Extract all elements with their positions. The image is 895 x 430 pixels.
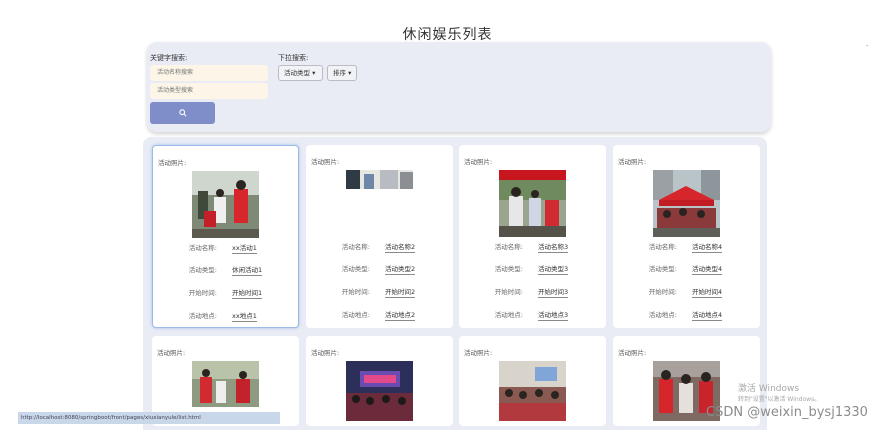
activity-photo — [653, 170, 720, 237]
name-field: 活动名称: xx活动1 — [153, 242, 300, 254]
time-label: 开始时间: — [494, 288, 523, 296]
type-field: 活动类型: 休闲活动1 — [153, 264, 300, 276]
time-field: 开始时间: 开始时间3 — [459, 286, 606, 298]
type-value: 休闲活动1 — [232, 266, 263, 276]
activity-card[interactable]: 活动照片: — [459, 336, 606, 426]
activity-card[interactable]: 活动照片: 活动名称: 活动名称2 活动类型: 活动类型2 开始时间: 开始时间… — [306, 145, 453, 328]
activity-type-dropdown-label: 活动类型 — [284, 69, 310, 77]
activity-photo — [499, 361, 566, 421]
name-field: 活动名称: 活动名称4 — [613, 241, 760, 253]
place-field: 活动地点: 活动地点3 — [459, 309, 606, 321]
page: 休闲娱乐列表 · 关键字搜索: 活动名称搜索 活动类型搜索 下拉搜索: 活动类型… — [0, 0, 895, 430]
type-field: 活动类型: 活动类型3 — [459, 263, 606, 275]
name-value: 活动名称2 — [385, 243, 416, 253]
type-value: 活动类型3 — [538, 265, 569, 275]
name-label: 活动名称: — [341, 243, 370, 251]
keyword-search-label: 关键字搜索: — [150, 54, 188, 62]
type-field: 活动类型: 活动类型4 — [613, 263, 760, 275]
photo-label: 活动照片: — [311, 158, 340, 166]
photo-label: 活动照片: — [311, 349, 340, 357]
activity-card[interactable]: 活动照片: 活动名称: xx活动1 活动类型: 休闲活动1 开始时间: 开始时间… — [152, 145, 299, 328]
place-value: 活动地点2 — [385, 311, 416, 321]
place-label: 活动地点: — [648, 311, 677, 319]
place-value: 活动地点3 — [538, 311, 569, 321]
search-button[interactable] — [150, 102, 215, 124]
place-field: 活动地点: xx地点1 — [153, 310, 300, 322]
activity-card[interactable]: 活动照片: 活动名称: 活动名称4 活动类型: 活动类型4 开始时间: 开始时间… — [613, 145, 760, 328]
type-search-input[interactable]: 活动类型搜索 — [150, 83, 268, 99]
name-label: 活动名称: — [188, 244, 217, 252]
windows-activation-watermark: 激活 Windows — [738, 384, 800, 394]
name-value: 活动名称3 — [538, 243, 569, 253]
name-field: 活动名称: 活动名称2 — [306, 241, 453, 253]
photo-label: 活动照片: — [464, 349, 493, 357]
name-search-input[interactable]: 活动名称搜索 — [150, 65, 268, 81]
place-label: 活动地点: — [188, 312, 217, 320]
activity-photo — [346, 170, 413, 189]
name-field: 活动名称: 活动名称3 — [459, 241, 606, 253]
page-title: 休闲娱乐列表 — [402, 27, 493, 43]
place-field: 活动地点: 活动地点4 — [613, 309, 760, 321]
time-label: 开始时间: — [648, 288, 677, 296]
place-label: 活动地点: — [341, 311, 370, 319]
place-value: xx地点1 — [232, 312, 257, 322]
activity-type-dropdown[interactable]: 活动类型 ▾ — [278, 65, 323, 81]
csdn-watermark: CSDN @weixin_bysj1330 — [706, 405, 868, 420]
stray-dot: · — [866, 42, 869, 50]
time-label: 开始时间: — [188, 289, 217, 297]
caret-down-icon: ▾ — [348, 69, 352, 77]
name-label: 活动名称: — [648, 243, 677, 251]
sort-dropdown[interactable]: 排序 ▾ — [327, 65, 357, 81]
time-field: 开始时间: 开始时间4 — [613, 286, 760, 298]
time-field: 开始时间: 开始时间2 — [306, 286, 453, 298]
photo-label: 活动照片: — [464, 158, 493, 166]
activity-photo — [499, 170, 566, 237]
type-label: 活动类型: — [188, 266, 217, 274]
time-value: 开始时间3 — [538, 288, 569, 298]
activity-photo — [346, 361, 413, 421]
activity-card[interactable]: 活动照片: 活动名称: 活动名称3 活动类型: 活动类型3 开始时间: 开始时间… — [459, 145, 606, 328]
photo-label: 活动照片: — [618, 349, 647, 357]
time-value: 开始时间2 — [385, 288, 416, 298]
name-value: xx活动1 — [232, 244, 257, 254]
activity-card[interactable]: 活动照片: — [306, 336, 453, 426]
time-label: 开始时间: — [341, 288, 370, 296]
sort-dropdown-label: 排序 — [333, 69, 346, 77]
place-field: 活动地点: 活动地点2 — [306, 309, 453, 321]
activity-photo — [192, 361, 259, 407]
type-label: 活动类型: — [494, 265, 523, 273]
name-label: 活动名称: — [494, 243, 523, 251]
time-value: 开始时间4 — [692, 288, 723, 298]
photo-label: 活动照片: — [157, 349, 186, 357]
search-panel: 关键字搜索: 活动名称搜索 活动类型搜索 下拉搜索: 活动类型 ▾ 排序 ▾ — [147, 42, 771, 132]
place-label: 活动地点: — [494, 311, 523, 319]
photo-label: 活动照片: — [618, 158, 647, 166]
caret-down-icon: ▾ — [312, 69, 316, 77]
time-field: 开始时间: 开始时间1 — [153, 287, 300, 299]
photo-label: 活动照片: — [158, 159, 187, 167]
type-label: 活动类型: — [648, 265, 677, 273]
name-value: 活动名称4 — [692, 243, 723, 253]
type-label: 活动类型: — [341, 265, 370, 273]
search-icon — [178, 108, 187, 117]
activity-grid: 活动照片: 活动名称: xx活动1 活动类型: 休闲活动1 开始时间: 开始时间… — [143, 137, 767, 430]
status-bar-url: http://localhost:8080/springboot/front/p… — [18, 412, 280, 424]
type-value: 活动类型2 — [385, 265, 416, 275]
windows-activation-hint: 转到"设置"以激活 Windows。 — [738, 396, 821, 403]
place-value: 活动地点4 — [692, 311, 723, 321]
activity-photo — [192, 171, 259, 238]
time-value: 开始时间1 — [232, 289, 263, 299]
dropdown-search-label: 下拉搜索: — [278, 54, 309, 62]
type-value: 活动类型4 — [692, 265, 723, 275]
type-field: 活动类型: 活动类型2 — [306, 263, 453, 275]
